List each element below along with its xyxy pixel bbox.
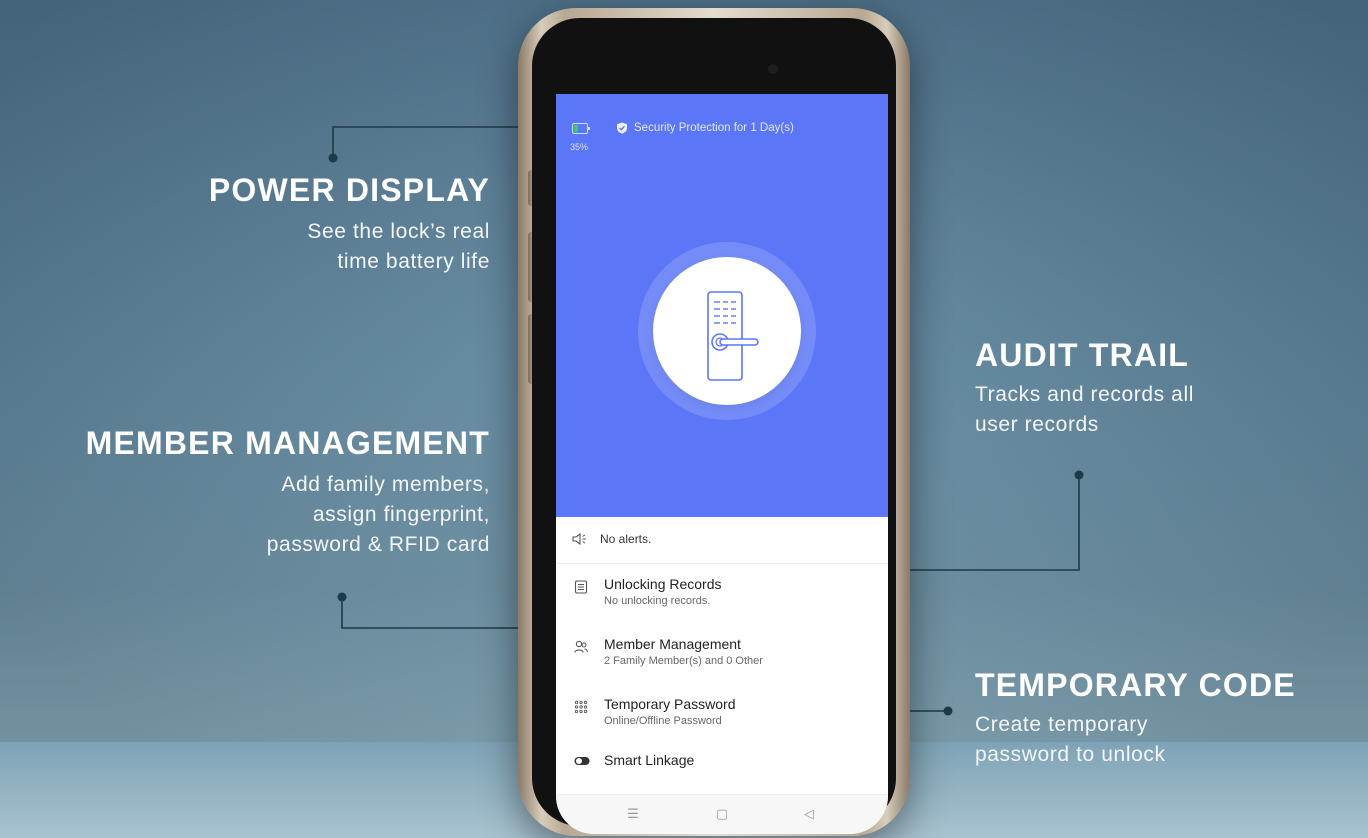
audit-trail-desc-line1: Tracks and records all <box>975 383 1194 406</box>
menu-item-subtitle: No unlocking records. <box>604 595 711 607</box>
menu-item-title: Smart Linkage <box>604 752 695 768</box>
menu-icon[interactable]: ☰ <box>624 805 642 823</box>
battery-icon <box>572 123 590 134</box>
power-display-desc-line1: See the lock’s real <box>307 220 490 243</box>
member-management-title: MEMBER MANAGEMENT <box>85 425 490 461</box>
menu-item-unlocking-records[interactable]: Unlocking Records No unlocking records. <box>556 566 888 626</box>
temp-callout-dot <box>943 706 953 716</box>
menu-item-subtitle: Online/Offline Password <box>604 715 722 727</box>
door-lock-icon <box>707 291 759 381</box>
home-square-icon[interactable]: ▢ <box>713 805 731 823</box>
status-row: Security Protection for 1 Day(s) <box>572 122 888 138</box>
menu-item-smart-linkage[interactable]: Smart Linkage <box>556 746 888 794</box>
keypad-icon <box>574 700 588 714</box>
member-management-callout: MEMBER MANAGEMENT Add family members, as… <box>86 425 490 560</box>
phone-frame: Security Protection for 1 Day(s) 35% No … <box>518 8 910 836</box>
phone-screen: Security Protection for 1 Day(s) 35% No … <box>556 94 888 834</box>
menu-item-title: Member Management <box>604 636 741 652</box>
security-protection-text: Security Protection for 1 Day(s) <box>634 122 794 134</box>
temporary-code-desc-line2: password to unlock <box>975 743 1166 766</box>
speaker-icon <box>572 532 586 546</box>
member-management-desc-line1: Add family members, <box>281 473 490 496</box>
temporary-code-desc-line1: Create temporary <box>975 713 1148 736</box>
toggle-icon <box>574 757 590 765</box>
audit-trail-title: AUDIT TRAIL <box>975 337 1190 373</box>
temporary-code-title: TEMPORARY CODE <box>975 667 1296 703</box>
shield-check-icon <box>617 122 627 134</box>
menu-item-title: Temporary Password <box>604 696 736 712</box>
document-icon <box>574 580 588 594</box>
member-management-desc-line2: assign fingerprint, <box>312 503 490 526</box>
system-nav-bar: ☰ ▢ ◁ <box>556 794 888 834</box>
power-display-desc-line2: time battery life <box>337 250 490 273</box>
battery-percentage: 35% <box>570 142 589 152</box>
member-callout-dot <box>337 592 347 602</box>
audit-trail-callout: AUDIT TRAIL Tracks and records all user … <box>975 337 1194 440</box>
power-display-title: POWER DISPLAY <box>208 172 490 208</box>
members-icon <box>574 640 588 653</box>
alerts-text: No alerts. <box>600 532 652 546</box>
menu-item-temporary-password[interactable]: Temporary Password Online/Offline Passwo… <box>556 686 888 746</box>
menu-item-member-management[interactable]: Member Management 2 Family Member(s) and… <box>556 626 888 686</box>
lock-status-panel: Security Protection for 1 Day(s) 35% <box>556 94 888 517</box>
audit-trail-desc-line2: user records <box>975 413 1099 436</box>
menu-item-title: Unlocking Records <box>604 576 722 592</box>
member-management-desc-line3: password & RFID card <box>266 533 490 556</box>
power-callout-dot <box>328 153 338 163</box>
power-display-callout: POWER DISPLAY See the lock’s real time b… <box>209 172 490 277</box>
alerts-bar: No alerts. <box>556 517 888 564</box>
back-triangle-icon[interactable]: ◁ <box>800 805 818 823</box>
menu-item-subtitle: 2 Family Member(s) and 0 Other <box>604 655 763 667</box>
audit-callout-dot <box>1074 470 1084 480</box>
battery-fill <box>574 125 578 132</box>
front-camera <box>768 64 778 74</box>
temporary-code-callout: TEMPORARY CODE Create temporary password… <box>975 667 1296 770</box>
